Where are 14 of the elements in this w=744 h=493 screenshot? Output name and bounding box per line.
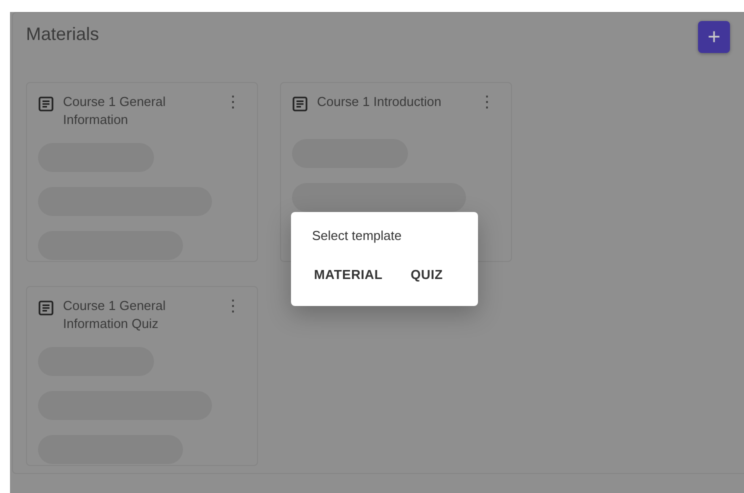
more-menu-button[interactable]: ⋮ xyxy=(475,93,499,111)
document-icon xyxy=(292,96,308,112)
panel-title: Materials xyxy=(26,24,100,45)
card-title: Course 1 Introduction xyxy=(317,93,442,111)
more-menu-button[interactable]: ⋮ xyxy=(221,297,245,315)
more-menu-button[interactable]: ⋮ xyxy=(221,93,245,111)
card-title: Course 1 General Information Quiz xyxy=(63,297,167,333)
template-option-button[interactable]: QUIZ xyxy=(400,259,453,290)
dialog-title: Select template xyxy=(312,228,403,245)
document-icon xyxy=(38,300,54,316)
card-title: Course 1 General Information xyxy=(63,93,167,129)
add-button[interactable]: + xyxy=(698,21,730,53)
document-icon xyxy=(38,96,54,112)
template-option-button[interactable]: MATERIAL xyxy=(304,259,393,290)
